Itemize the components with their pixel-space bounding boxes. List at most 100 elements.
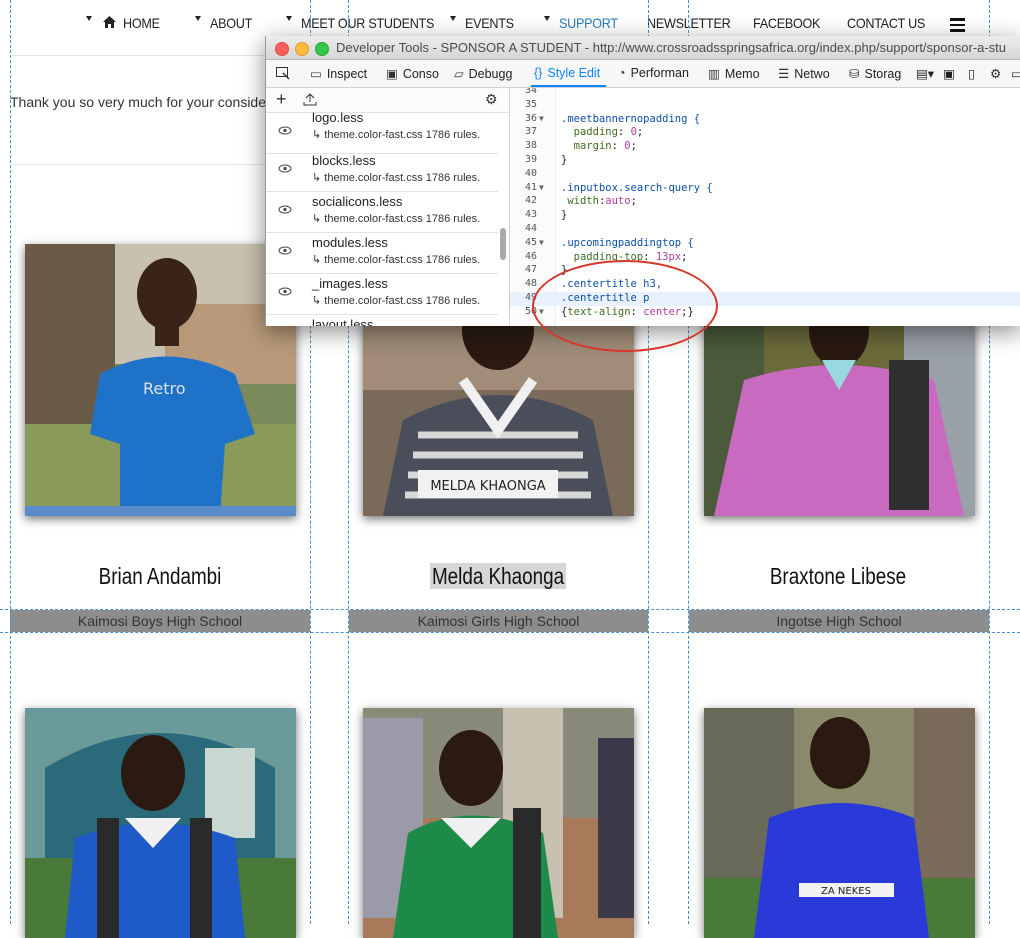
menu-icon[interactable]: [950, 18, 965, 35]
stylesheet-toolbar: + ⚙: [266, 88, 509, 113]
line-number: 40: [524, 167, 537, 179]
annotation-circle: [532, 260, 718, 352]
code-line[interactable]: 45 ▼ .upcomingpaddingtop {: [510, 237, 1020, 251]
intro-text: Thank you so very much for your conside: [10, 94, 267, 110]
network-icon: ☰: [778, 67, 790, 81]
line-number: 37: [524, 126, 537, 138]
window-title: Developer Tools - SPONSOR A STUDENT - ht…: [336, 40, 1007, 55]
stylesheet-item[interactable]: modules.less ↳ theme.color-fast.css 1786…: [266, 232, 498, 274]
student-photo-brian[interactable]: Retro: [25, 244, 296, 516]
eye-icon[interactable]: [278, 205, 292, 214]
chevron-down-icon[interactable]: [286, 16, 292, 21]
nav-meet-our-students[interactable]: MEET OUR STUDENTS: [301, 15, 434, 31]
student-photo-braxtone[interactable]: [704, 310, 975, 516]
close-button[interactable]: [275, 42, 289, 56]
code-line[interactable]: 36 ▼ .meetbannernopadding {: [510, 113, 1020, 127]
element-picker-icon[interactable]: [276, 67, 290, 80]
performance-icon: ◔: [618, 66, 626, 80]
tab-inspector[interactable]: ▭ Inspect: [310, 66, 367, 81]
selected-tab-indicator: [531, 85, 606, 87]
student-name-highlighted[interactable]: Melda Khaonga: [391, 563, 604, 590]
gear-icon[interactable]: ⚙: [990, 66, 1001, 81]
tab-console[interactable]: ▣ Conso: [386, 66, 439, 81]
student-photo[interactable]: [25, 708, 296, 938]
nav-support[interactable]: SUPPORT: [559, 15, 618, 31]
tab-memory[interactable]: ▥ Memo: [708, 66, 760, 81]
stylesheet-item[interactable]: socialicons.less ↳ theme.color-fast.css …: [266, 191, 498, 233]
nav-events[interactable]: EVENTS: [465, 15, 514, 31]
line-number: 41: [524, 181, 537, 193]
inspector-icon: ▭: [310, 67, 322, 81]
code-line[interactable]: 42 width:auto;: [510, 195, 1020, 209]
nav-home[interactable]: HOME: [123, 15, 160, 31]
school-label: Ingotse High School: [689, 610, 989, 632]
nav-contact-us[interactable]: CONTACT US: [847, 15, 925, 31]
layout-guide: [0, 632, 1020, 633]
code-line[interactable]: 34: [510, 88, 1020, 99]
tab-network[interactable]: ☰ Netwo: [778, 66, 830, 81]
line-number: 42: [524, 195, 537, 207]
student-name-text: Melda Khaonga: [430, 563, 566, 589]
code-text: padding: 0;: [573, 126, 644, 139]
debugger-icon: ▱: [454, 67, 464, 81]
code-text: .inputbox.search-query {: [561, 181, 713, 194]
line-number: 34: [524, 88, 537, 96]
nav-about[interactable]: ABOUT: [210, 15, 252, 31]
stylesheet-item[interactable]: _images.less ↳ theme.color-fast.css 1786…: [266, 273, 498, 315]
tab-performance[interactable]: ◔ Performan: [618, 66, 689, 80]
eye-icon[interactable]: [278, 246, 292, 255]
stylesheet-item[interactable]: layout.less: [266, 314, 498, 326]
student-name[interactable]: Braxtone Libese: [731, 563, 944, 590]
responsive-mode-icon[interactable]: ▯: [968, 66, 975, 81]
devtools-toolbar: ▭ Inspect ▣ Conso ▱ Debugg {} Style Edit ◔ Pe…: [266, 60, 1020, 88]
code-line[interactable]: 39}: [510, 154, 1020, 168]
code-text: }: [561, 154, 568, 166]
eye-icon[interactable]: [278, 287, 292, 296]
eye-icon[interactable]: [278, 164, 292, 173]
code-text: width:auto;: [567, 195, 637, 208]
fold-arrow-icon[interactable]: ▼: [539, 183, 544, 192]
code-line[interactable]: 44: [510, 223, 1020, 237]
code-line[interactable]: 46 padding-top: 13px;: [510, 251, 1020, 265]
code-line[interactable]: 38 margin: 0;: [510, 140, 1020, 154]
fold-arrow-icon[interactable]: ▼: [539, 114, 544, 123]
code-line[interactable]: 43}: [510, 209, 1020, 223]
minimize-button[interactable]: [295, 42, 309, 56]
dock-options-icon[interactable]: ▤▾: [916, 66, 934, 81]
tab-storage[interactable]: ⛁ Storag: [849, 66, 901, 81]
chevron-down-icon[interactable]: [86, 16, 92, 21]
eye-icon[interactable]: [278, 126, 292, 135]
import-icon[interactable]: [303, 93, 317, 106]
tab-debugger[interactable]: ▱ Debugg: [454, 66, 512, 81]
scrollbar-thumb[interactable]: [500, 228, 506, 260]
code-line[interactable]: 35: [510, 99, 1020, 113]
code-line[interactable]: 37 padding: 0;: [510, 126, 1020, 140]
fold-arrow-icon[interactable]: ▼: [539, 238, 544, 247]
home-icon[interactable]: [103, 16, 116, 28]
line-number: 38: [524, 140, 537, 152]
layout-guide: [10, 0, 11, 924]
student-photo[interactable]: ZA NEKES: [704, 708, 975, 938]
chevron-down-icon[interactable]: [450, 16, 456, 21]
line-number: 46: [524, 250, 537, 262]
stylesheet-item[interactable]: logo.less ↳ theme.color-fast.css 1786 ru…: [266, 110, 498, 154]
add-stylesheet-icon[interactable]: +: [276, 89, 287, 110]
student-name[interactable]: Brian Andambi: [53, 563, 266, 590]
stylesheet-item[interactable]: blocks.less ↳ theme.color-fast.css 1786 …: [266, 150, 498, 192]
tab-style-editor[interactable]: {} Style Edit: [534, 66, 600, 80]
chevron-down-icon[interactable]: [544, 16, 550, 21]
code-text: margin: 0;: [573, 140, 637, 153]
more-tools-icon[interactable]: ▭: [1011, 66, 1020, 81]
stylesheet-list: + ⚙ logo.less ↳ theme.color-fast.css 178…: [266, 88, 510, 326]
nav-facebook[interactable]: FACEBOOK: [753, 15, 820, 31]
maximize-button[interactable]: [315, 42, 329, 56]
line-number: 44: [524, 223, 537, 234]
gear-icon[interactable]: ⚙: [485, 91, 498, 108]
devtools-titlebar[interactable]: Developer Tools - SPONSOR A STUDENT - ht…: [266, 36, 1020, 60]
code-line[interactable]: 40: [510, 168, 1020, 182]
chevron-down-icon[interactable]: [195, 16, 201, 21]
shirt-text: Retro: [143, 379, 186, 398]
code-line[interactable]: 41 ▼ .inputbox.search-query {: [510, 182, 1020, 196]
student-photo[interactable]: [363, 708, 634, 938]
split-console-icon[interactable]: ▣: [943, 66, 955, 81]
